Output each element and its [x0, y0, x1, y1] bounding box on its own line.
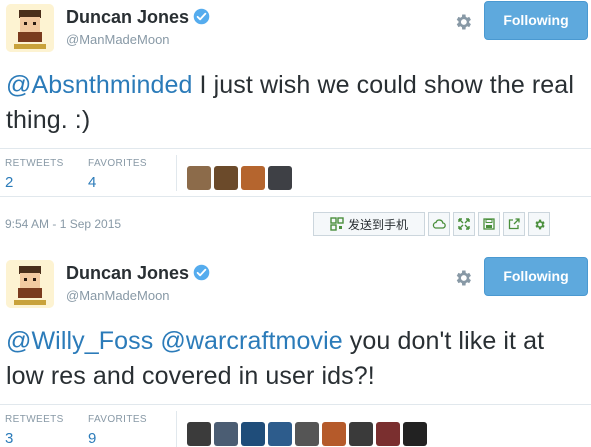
- mention-link[interactable]: @Willy_Foss: [6, 327, 153, 355]
- author-name[interactable]: Duncan Jones: [66, 7, 210, 28]
- favoriter-avatar[interactable]: [241, 422, 265, 446]
- tweet-stats: RETWEETS 2 FAVORITES 4: [0, 148, 591, 196]
- tweet-meta: 9:54 AM - 1 Sep 2015 发送到手机: [0, 196, 591, 248]
- favoriter-avatar[interactable]: [268, 166, 292, 190]
- favorites-label: FAVORITES: [88, 414, 147, 425]
- favoriter-avatar[interactable]: [187, 422, 211, 446]
- favorites-stat[interactable]: FAVORITES 4: [88, 158, 147, 191]
- timestamp[interactable]: 9:54 AM - 1 Sep 2015: [5, 217, 121, 231]
- favoriters-list: [187, 422, 427, 446]
- favoriter-avatar[interactable]: [268, 422, 292, 446]
- cloud-icon: [432, 219, 446, 229]
- retweets-label: RETWEETS: [5, 158, 64, 169]
- expand-icon: [458, 218, 470, 230]
- favorites-count[interactable]: 4: [88, 174, 147, 191]
- favorites-count[interactable]: 9: [88, 430, 147, 447]
- cloud-button[interactable]: [428, 212, 450, 236]
- settings-button[interactable]: [528, 212, 550, 236]
- tweet-card: Duncan Jones @ManMadeMoon Following @Abs…: [0, 0, 591, 256]
- retweets-stat[interactable]: RETWEETS 2: [5, 158, 64, 191]
- verified-badge-icon: [193, 8, 210, 25]
- author-name[interactable]: Duncan Jones: [66, 263, 210, 284]
- author-handle[interactable]: @ManMadeMoon: [66, 32, 170, 47]
- retweets-count[interactable]: 3: [5, 430, 64, 447]
- tweet-text: @Willy_Foss @warcraftmovie you don't lik…: [6, 324, 581, 394]
- favoriter-avatar[interactable]: [295, 422, 319, 446]
- tweet-card: Duncan Jones @ManMadeMoon Following @Wil…: [0, 256, 591, 447]
- favoriter-avatar[interactable]: [214, 422, 238, 446]
- retweets-label: RETWEETS: [5, 414, 64, 425]
- mention-link[interactable]: @Absnthminded: [6, 71, 193, 99]
- settings-icon: [534, 219, 545, 229]
- stats-divider: [176, 411, 177, 447]
- expand-button[interactable]: [453, 212, 475, 236]
- author-handle[interactable]: @ManMadeMoon: [66, 288, 170, 303]
- favoriter-avatar[interactable]: [241, 166, 265, 190]
- share-button[interactable]: [503, 212, 525, 236]
- tweet-stats: RETWEETS 3 FAVORITES 9: [0, 404, 591, 447]
- verified-badge-icon: [193, 264, 210, 281]
- save-button[interactable]: [478, 212, 500, 236]
- favoriter-avatar[interactable]: [376, 422, 400, 446]
- following-button[interactable]: Following: [484, 1, 588, 40]
- retweets-count[interactable]: 2: [5, 174, 64, 191]
- favoriter-avatar[interactable]: [403, 422, 427, 446]
- favoriter-avatar[interactable]: [349, 422, 373, 446]
- share-icon: [508, 218, 520, 230]
- gear-icon[interactable]: [453, 268, 473, 288]
- gear-icon[interactable]: [453, 12, 473, 32]
- tweet-text: @Absnthminded I just wish we could show …: [6, 68, 581, 138]
- author-name-text[interactable]: Duncan Jones: [66, 263, 189, 283]
- favorites-stat[interactable]: FAVORITES 9: [88, 414, 147, 447]
- send-to-phone-button[interactable]: 发送到手机: [313, 212, 425, 236]
- mention-link[interactable]: @warcraftmovie: [160, 327, 342, 355]
- avatar[interactable]: [6, 4, 54, 52]
- author-name-text[interactable]: Duncan Jones: [66, 7, 189, 27]
- favoriter-avatar[interactable]: [214, 166, 238, 190]
- favoriters-list: [187, 166, 292, 190]
- qr-icon: [330, 217, 344, 231]
- avatar[interactable]: [6, 260, 54, 308]
- favoriter-avatar[interactable]: [322, 422, 346, 446]
- favoriter-avatar[interactable]: [187, 166, 211, 190]
- retweets-stat[interactable]: RETWEETS 3: [5, 414, 64, 447]
- following-button[interactable]: Following: [484, 257, 588, 296]
- favorites-label: FAVORITES: [88, 158, 147, 169]
- save-icon: [483, 218, 495, 230]
- browser-action-bar: 发送到手机: [313, 212, 553, 236]
- send-to-phone-label: 发送到手机: [347, 217, 408, 232]
- stats-divider: [176, 155, 177, 191]
